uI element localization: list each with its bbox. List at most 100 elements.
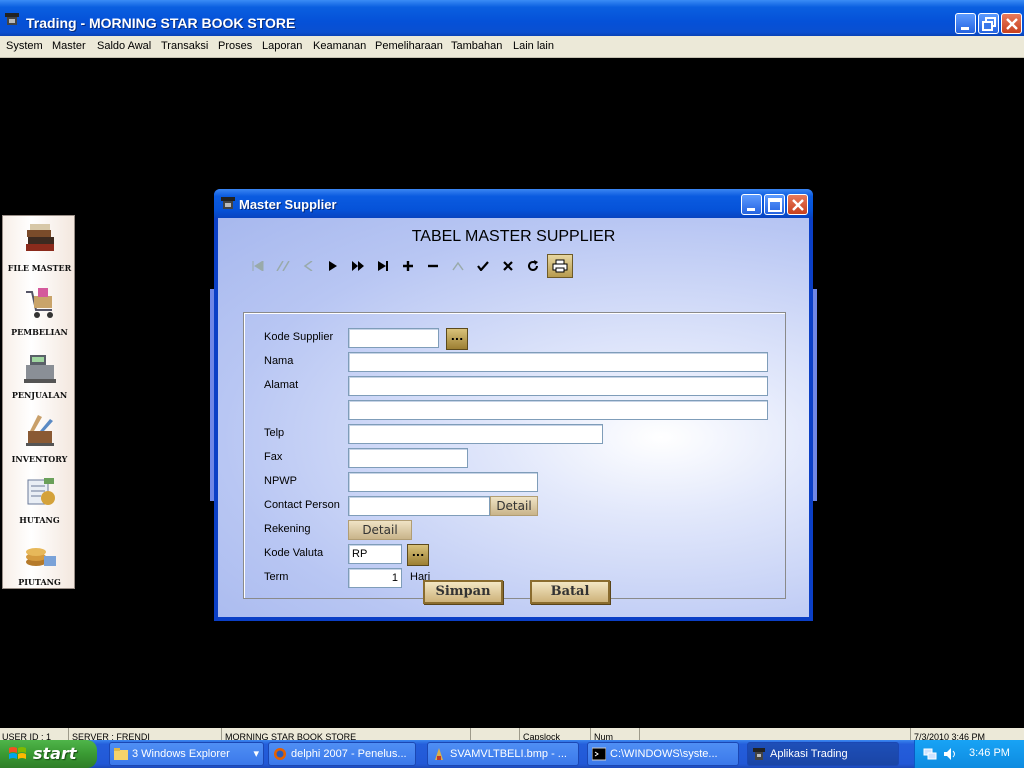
first-icon [252,261,264,271]
firefox-icon [274,748,286,760]
edit-record-button[interactable] [447,255,469,277]
print-button[interactable] [547,254,573,278]
play-icon [329,261,337,271]
sidebar-item-piutang[interactable]: PIUTANG [3,536,76,587]
volume-icon[interactable] [943,747,959,761]
nama-input[interactable] [348,352,768,372]
menu-saldo-awal[interactable]: Saldo Awal [97,40,151,52]
minus-icon [428,264,438,268]
contact-person-detail-button[interactable]: Detail [490,496,538,516]
dialog-body: TABEL MASTER SUPPLIER Kode Supplier ... … [218,218,809,617]
close-button[interactable] [1001,13,1022,34]
cross-icon [503,261,513,271]
sidebar-item-label: PENJUALAN [11,390,68,400]
dialog-maximize-button[interactable] [764,194,785,215]
task-paint[interactable]: SVAMVLTBELI.bmp - ... [427,742,579,766]
telp-input[interactable] [348,424,603,444]
prior-page-button[interactable] [272,255,294,277]
sidebar-item-inventory[interactable]: INVENTORY [3,411,76,464]
save-button[interactable]: Simpan [423,580,503,604]
kode-valuta-lookup-button[interactable]: ... [407,544,429,566]
fax-input[interactable] [348,448,468,468]
supplier-form-group: Kode Supplier ... Nama Alamat Telp Fax N… [243,312,786,599]
inventory-icon [25,415,54,446]
kode-supplier-input[interactable] [348,328,439,348]
fax-label: Fax [264,451,283,463]
npwp-input[interactable] [348,472,538,492]
menu-tambahan[interactable]: Tambahan [451,40,502,52]
task-windows-explorer[interactable]: 3 Windows Explorer ▾ [109,742,264,766]
check-icon [477,261,489,271]
next-record-button[interactable] [322,255,344,277]
plus-icon [403,261,413,271]
menu-proses[interactable]: Proses [218,40,252,52]
status-empty [472,728,520,740]
dialog-edge [210,289,214,501]
sidebar-item-hutang[interactable]: HUTANG [3,472,76,525]
paint-icon [435,748,443,760]
restore-icon [982,17,996,31]
contact-person-input[interactable] [348,496,490,516]
cancel-edit-button[interactable] [497,255,519,277]
delete-record-button[interactable] [422,255,444,277]
minimize-button[interactable] [955,13,976,34]
status-company: MORNING STAR BOOK STORE [223,728,471,740]
task-firefox[interactable]: delphi 2007 - Penelus... [268,742,416,766]
sidebar-item-label: PIUTANG [18,577,61,587]
coins-icon [25,548,56,566]
first-record-button[interactable] [247,255,269,277]
cancel-button[interactable]: Batal [530,580,610,604]
task-aplikasi-trading[interactable]: Aplikasi Trading [747,742,899,766]
title-bar[interactable]: Trading - MORNING STAR BOOK STORE [0,0,1024,36]
prior-record-button[interactable] [297,255,319,277]
console-icon [592,747,606,761]
app-window: Trading - MORNING STAR BOOK STORE System… [0,0,1024,740]
next-page-button[interactable] [347,255,369,277]
task-command-prompt[interactable]: C:\WINDOWS\syste... [587,742,739,766]
kode-valuta-label: Kode Valuta [264,547,324,559]
dialog-close-button[interactable] [787,194,808,215]
alamat-input-line-1[interactable] [348,376,768,396]
restore-button[interactable] [978,13,999,34]
dialog-minimize-button[interactable] [741,194,762,215]
side-panel: FILE MASTER PEMBELIAN PENJUALAN INVENTOR… [2,215,75,589]
term-input[interactable]: 1 [348,568,402,588]
sidebar-item-label: HUTANG [19,515,60,525]
nama-label: Nama [264,355,294,367]
system-tray: 3:46 PM [914,740,1024,768]
menu-transaksi[interactable]: Transaksi [161,40,208,52]
menu-lain-lain[interactable]: Lain lain [513,40,554,52]
rekening-detail-button[interactable]: Detail [348,520,412,540]
edit-icon [452,261,464,271]
status-user: USER ID : 1 [0,728,69,740]
task-label: C:\WINDOWS\syste... [610,748,718,760]
form-heading: TABEL MASTER SUPPLIER [411,228,616,245]
status-datetime: 7/3/2010 3:46 PM [914,732,986,740]
dialog-title-bar[interactable]: Master Supplier [214,189,813,218]
kode-supplier-lookup-button[interactable]: ... [446,328,468,350]
sidebar-item-file-master[interactable]: FILE MASTER [3,222,76,273]
clock: 3:46 PM [969,747,1010,759]
status-bar: USER ID : 1 SERVER : FRENDI MORNING STAR… [0,728,1024,740]
sidebar-item-pembelian[interactable]: PEMBELIAN [3,284,76,337]
close-icon [792,199,804,211]
kode-valuta-input[interactable]: RP [348,544,402,564]
insert-record-button[interactable] [397,255,419,277]
sidebar-item-penjualan[interactable]: PENJUALAN [3,349,76,400]
books-icon [25,224,54,251]
refresh-button[interactable] [522,255,544,277]
last-record-button[interactable] [372,255,394,277]
network-icon[interactable] [923,747,937,761]
menu-laporan[interactable]: Laporan [262,40,302,52]
post-record-button[interactable] [472,255,494,277]
rewind-icon [276,261,290,271]
start-button[interactable]: start [0,740,97,768]
alamat-label: Alamat [264,379,299,391]
menu-master[interactable]: Master [52,40,86,52]
menu-keamanan[interactable]: Keamanan [313,40,366,52]
task-label: delphi 2007 - Penelus... [291,748,407,760]
app-icon [5,13,19,25]
alamat-input-line-2[interactable] [348,400,768,420]
menu-pemeliharaan[interactable]: Pemeliharaan [375,40,443,52]
menu-system[interactable]: System [6,40,43,52]
